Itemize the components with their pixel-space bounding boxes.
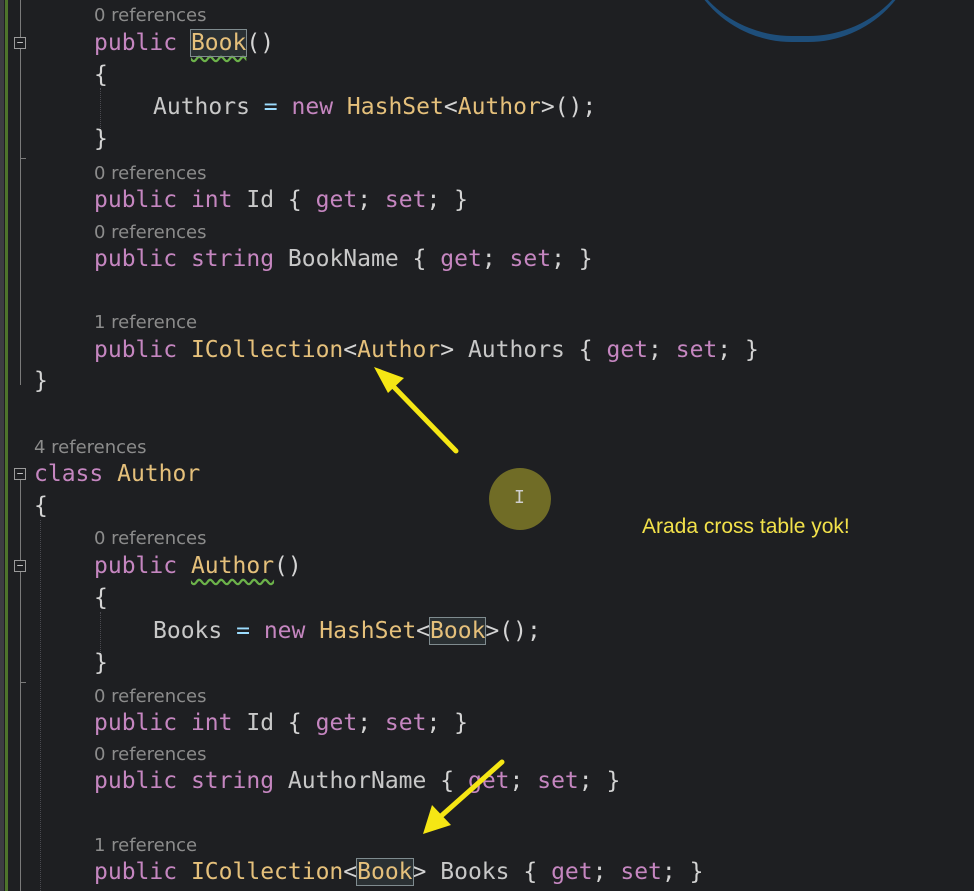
arrow-icon <box>374 367 459 454</box>
annotation-note: Arada cross table yok! <box>642 515 850 538</box>
arrow-icon <box>423 759 505 834</box>
code-editor[interactable]: − − − 0 references public Book() { Autho… <box>0 0 974 891</box>
annotation-arrows <box>374 367 505 834</box>
